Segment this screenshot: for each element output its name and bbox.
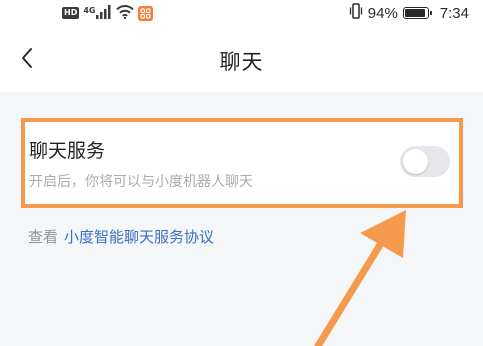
hd-badge: HD <box>62 7 80 19</box>
battery-level-fill <box>404 9 426 17</box>
toggle-knob <box>403 149 428 174</box>
service-agreement-link[interactable]: 小度智能聊天服务协议 <box>64 228 214 246</box>
navigation-bar: 聊天 <box>0 28 483 92</box>
chat-service-toggle[interactable] <box>400 146 450 177</box>
status-right-group: 94% 7:34 <box>349 3 469 23</box>
agreement-prefix: 查看 <box>28 228 59 246</box>
chat-service-setting: 聊天服务 开启后，你将可以与小度机器人聊天 <box>21 118 463 208</box>
network-type-label: 4G <box>83 5 96 15</box>
vibrate-icon <box>349 3 363 23</box>
battery-percentage: 94% <box>367 4 398 22</box>
signal-icon <box>96 4 112 23</box>
app-notification-icon <box>138 5 154 21</box>
status-left-group: HD 4G <box>62 4 154 23</box>
setting-title: 聊天服务 <box>29 140 106 162</box>
battery-icon <box>402 7 432 19</box>
status-clock: 7:34 <box>439 4 469 22</box>
setting-description: 开启后，你将可以与小度机器人聊天 <box>29 174 253 190</box>
status-bar: HD 4G 94% 7:34 <box>0 0 483 28</box>
page-title: 聊天 <box>219 50 264 74</box>
agreement-line: 查看 小度智能聊天服务协议 <box>28 226 214 247</box>
wifi-icon <box>116 4 135 23</box>
